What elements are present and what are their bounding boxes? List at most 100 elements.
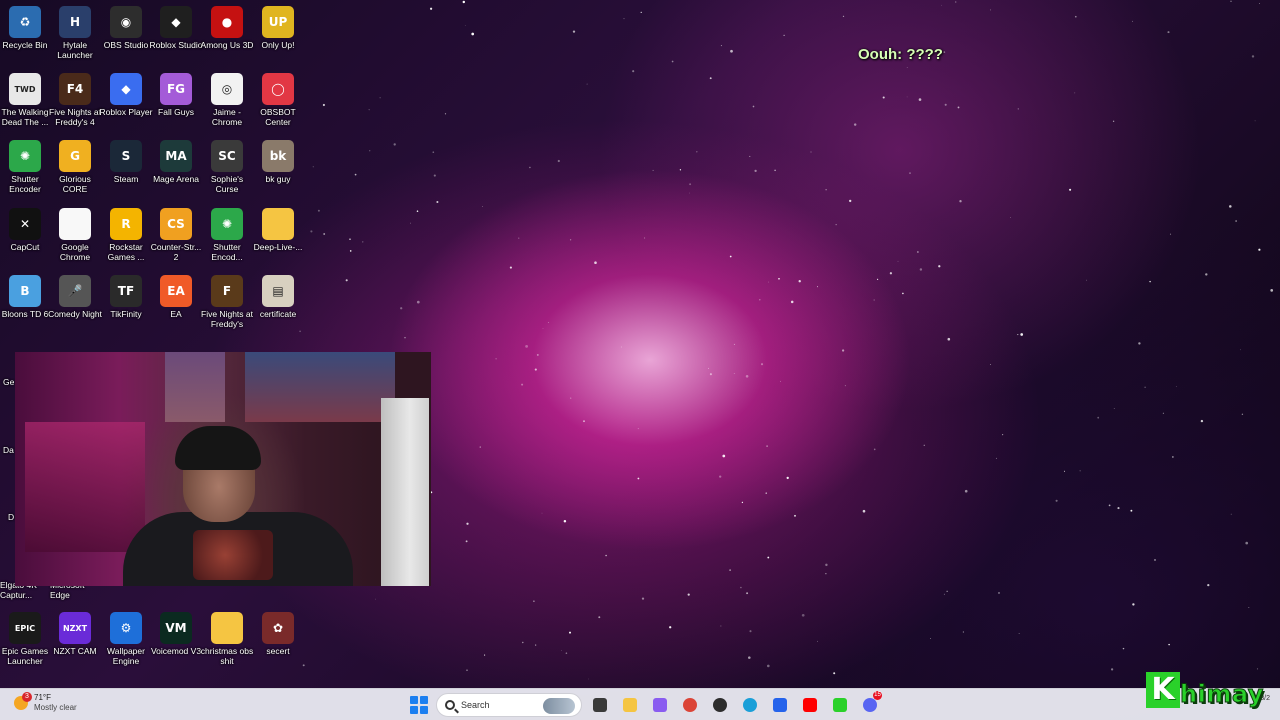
desktop-icon[interactable]: EPIC Epic Games Launcher — [0, 612, 50, 666]
star — [833, 672, 836, 675]
start-button[interactable] — [408, 694, 430, 716]
obs-icon[interactable] — [708, 693, 732, 717]
desktop-icon[interactable]: ✕ CapCut — [0, 208, 50, 252]
star — [1175, 386, 1177, 387]
desktop-icon[interactable]: ◯ OBSBOT Center — [253, 73, 303, 127]
star — [509, 266, 512, 269]
desktop-icon[interactable]: ♻ Recycle Bin — [0, 6, 50, 50]
star — [778, 277, 780, 280]
desktop-icon[interactable]: ◆ Roblox Studio — [150, 6, 202, 50]
star — [416, 300, 420, 304]
star — [919, 268, 923, 271]
star — [669, 626, 672, 629]
obs-icon-glyph — [713, 698, 727, 712]
desktop-icon[interactable]: S Steam — [101, 140, 151, 184]
weather-widget[interactable]: 3 71°F Mostly clear — [14, 692, 77, 713]
desktop-icon[interactable]: TF TikFinity — [101, 275, 151, 319]
wall-poster — [245, 352, 395, 422]
desktop-icon[interactable]: R Rockstar Games ... — [101, 208, 151, 262]
desktop-icon[interactable]: Deep-Live-... — [253, 208, 303, 252]
desktop-icon[interactable]: 🎤 Comedy Night — [48, 275, 102, 319]
desktop-icon[interactable]: F4 Five Nights at Freddy's 4 — [49, 73, 101, 127]
cs2-icon: CS — [160, 208, 192, 240]
icon-glyph: ● — [221, 15, 233, 29]
desktop-icon[interactable]: NZXT NZXT CAM — [50, 612, 100, 656]
desktop-icon[interactable]: ◆ Roblox Player — [100, 73, 152, 117]
youtube-icon[interactable] — [798, 693, 822, 717]
desktop-icon[interactable]: ✺ Shutter Encod... — [202, 208, 252, 262]
star — [671, 60, 674, 63]
steam-icon: S — [110, 140, 142, 172]
desktop-icon[interactable]: ⚙ Wallpaper Engine — [101, 612, 151, 666]
desktop-icon[interactable]: ● Among Us 3D — [201, 6, 253, 50]
star — [707, 367, 710, 369]
star — [570, 397, 572, 399]
discord-icon[interactable]: 15 — [858, 691, 882, 717]
desktop-icon[interactable]: ✿ secert — [253, 612, 303, 656]
desktop-icon[interactable]: H Hytale Launcher — [50, 6, 100, 60]
star — [765, 492, 767, 494]
shutter-encoder-icon: ✺ — [9, 140, 41, 172]
desktop-icon[interactable]: ◎ Jaime - Chrome — [202, 73, 252, 127]
star — [323, 233, 326, 235]
copilot-icon[interactable] — [648, 693, 672, 717]
star — [557, 159, 560, 163]
desktop-icon[interactable]: B Bloons TD 6 — [0, 275, 50, 319]
desktop-icon[interactable]: christmas obs shit — [201, 612, 253, 666]
star — [1229, 205, 1232, 208]
folder-icon — [211, 612, 243, 644]
icon-glyph: H — [69, 15, 81, 29]
chrome-icon[interactable] — [678, 693, 702, 717]
icon-glyph: ◆ — [121, 82, 131, 96]
desktop-icon[interactable]: TWD The Walking Dead The ... — [0, 73, 50, 127]
star — [541, 512, 543, 514]
desktop-icon[interactable]: F Five Nights at Freddy's — [201, 275, 253, 329]
mage-arena-icon: MA — [160, 140, 192, 172]
taskbar-search[interactable]: Search — [436, 693, 582, 717]
folder-icon — [262, 208, 294, 240]
walking-dead-icon: TWD — [9, 73, 41, 105]
microsoft-store-icon[interactable] — [768, 693, 792, 717]
file-explorer-icon[interactable] — [618, 693, 642, 717]
desktop-icon[interactable]: VM Voicemod V3 — [151, 612, 201, 656]
kick-icon[interactable] — [828, 693, 852, 717]
desktop-icon[interactable]: UP Only Up! — [253, 6, 303, 50]
desktop-icon[interactable]: ▤ certificate — [253, 275, 303, 319]
desktop-icon[interactable]: Google Chrome — [50, 208, 100, 262]
youtube-icon-glyph — [803, 698, 817, 712]
shelf — [25, 422, 145, 552]
task-view-icon[interactable] — [588, 693, 612, 717]
star — [482, 206, 483, 208]
desktop-icon-label: CapCut — [10, 242, 40, 252]
desktop-icon[interactable]: FG Fall Guys — [151, 73, 201, 117]
star — [1097, 416, 1100, 419]
chat-overlay-text: Oouh: ???? — [858, 46, 943, 63]
star — [766, 445, 768, 447]
star — [720, 625, 722, 627]
star — [1169, 233, 1172, 235]
certificate-icon: ▤ — [262, 275, 294, 307]
star — [641, 597, 645, 600]
edge-icon[interactable] — [738, 693, 762, 717]
desktop-icon-label: NZXT CAM — [53, 646, 97, 656]
desktop-icon[interactable]: EA EA — [151, 275, 201, 319]
star — [729, 569, 731, 571]
desktop-icon[interactable]: CS Counter-Str... 2 — [151, 208, 201, 262]
desktop-icon[interactable]: SC Sophie's Curse — [202, 140, 252, 194]
file-explorer-icon-glyph — [623, 698, 637, 712]
desktop-icon[interactable]: G Glorious CORE — [50, 140, 100, 194]
desktop-icon[interactable]: ✺ Shutter Encoder — [0, 140, 50, 194]
star — [1172, 456, 1174, 458]
icon-glyph: EA — [167, 284, 185, 298]
star — [841, 349, 845, 352]
desktop-icon[interactable]: bk bk guy — [253, 140, 303, 184]
star — [542, 328, 544, 329]
nzxt-icon: NZXT — [59, 612, 91, 644]
desktop-icon[interactable]: MA Mage Arena — [151, 140, 201, 184]
star — [1130, 509, 1133, 512]
icon-glyph: R — [121, 217, 131, 231]
star — [466, 669, 468, 671]
desktop-icon[interactable]: ◉ OBS Studio — [101, 6, 151, 50]
star — [1149, 280, 1151, 283]
star — [810, 151, 812, 153]
